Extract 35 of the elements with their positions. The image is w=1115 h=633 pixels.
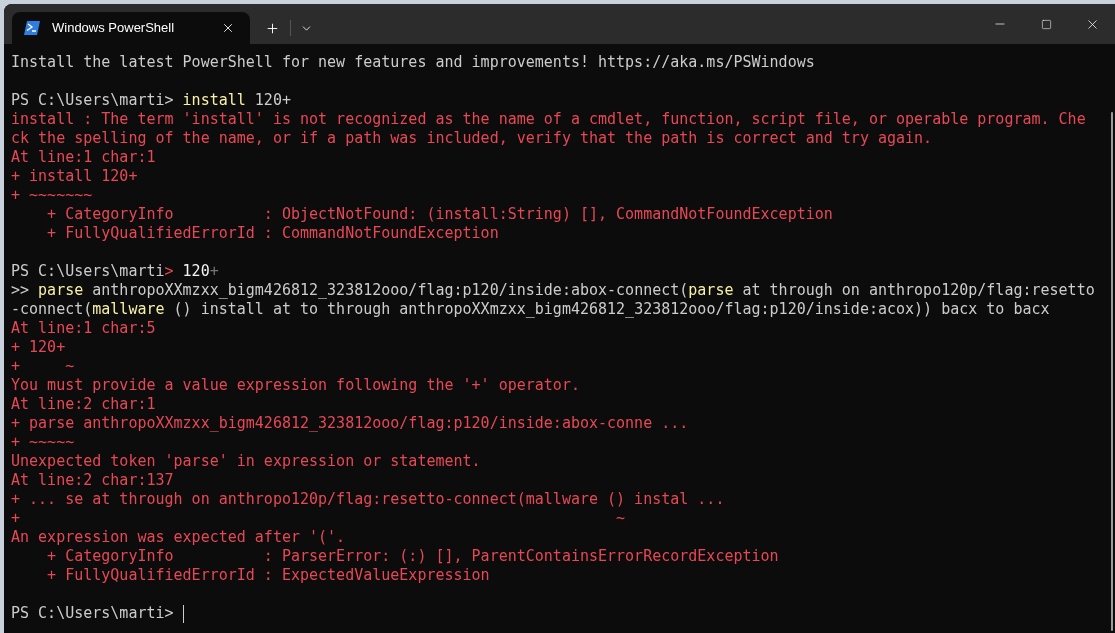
terminal-line: + ~~~~~~~ [11,186,93,205]
terminal-line: + CategoryInfo : ParserError: (:) [], ParentContainsErrorRecordException [46,547,779,566]
tab-title: Windows PowerShell [52,19,176,38]
text-cursor [182,604,184,623]
terminal-line: + install 120+ [11,167,138,186]
tab[interactable]: Windows PowerShell [12,12,250,44]
terminal-line: At line:1 char:1 [11,148,156,167]
terminal-line: PS C:\Users\marti> 120+ [11,262,219,281]
terminal-line: At line:2 char:1 [11,395,156,414]
prompt-line: PS C:\Users\marti> [11,604,175,623]
terminal-line: + parse anthropoXXmzxx_bigm426812_323812ooo/flag:p120/inside:abox-conne ... [11,414,689,433]
terminal-line: + ~~~~~ [11,433,75,452]
terminal-line: + ~ [11,357,75,376]
terminal-line: + ~ [11,509,626,528]
terminal-line: ck the spelling of the name, or if a path was included, verify that the path is correct and try again. [11,129,933,148]
terminal-line: + CategoryInfo : ObjectNotFound: (install:String) [], CommandNotFoundException [46,205,833,224]
terminal-line: + FullyQualifiedErrorId : CommandNotFoundException [46,224,499,243]
scrollbar[interactable] [1111,112,1113,631]
close-icon [221,21,235,35]
terminal-line: + ... se at through on anthropo120p/flag:resetto-connect(mallware () instal ... [11,490,725,509]
terminal-line: You must provide a value expression following the '+' operator. [11,376,580,395]
terminal-line: An expression was expected after '('. [11,528,346,547]
terminal-line: At line:2 char:137 [11,471,174,490]
terminal-line: Unexpected token 'parse' in expression or statement. [11,452,481,471]
maximize-icon [1040,18,1052,30]
terminal-line: >> parse anthropoXXmzxx_bigm426812_323812ooo/flag:p120/inside:abox-connect(parse at through on anthropo120p/flag:resetto [11,281,1095,300]
powershell-icon [24,21,40,35]
terminal-line: Install the latest PowerShell for new features and improvements! https://aka.ms/PSWindows [11,53,815,72]
terminal-line: -connect(mallware () install at to through anthropoXXmzxx_bigm426812_323812ooo/flag:p120/inside:acox)) bacx to bacx [11,300,1050,319]
terminal-line: + FullyQualifiedErrorId : ExpectedValueExpression [46,566,490,585]
plus-icon [264,20,280,36]
terminal-line: At line:1 char:5 [11,319,156,338]
terminal-line: + 120+ [11,338,66,357]
terminal-line: PS C:\Users\marti> install 120+ [11,91,291,110]
terminal-line: install : The term 'install' is not recognized as the name of a cmdlet, function, script file, or operable program. Che [11,110,1086,129]
